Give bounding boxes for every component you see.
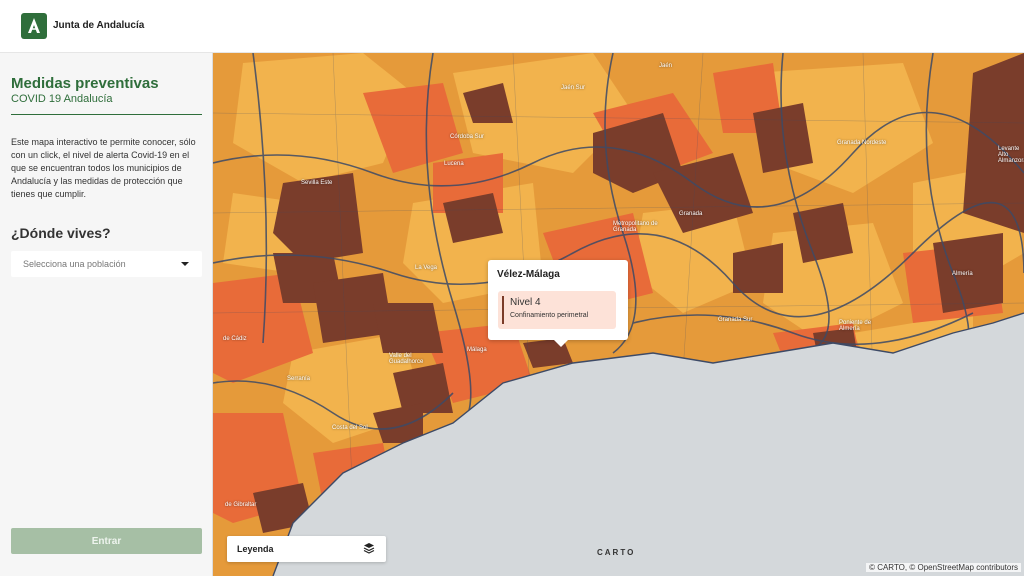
town-select-placeholder: Selecciona una población xyxy=(23,259,126,269)
page-subtitle: COVID 19 Andalucía xyxy=(11,93,113,105)
layers-icon xyxy=(363,543,375,554)
brand-name[interactable]: Junta de Andalucía xyxy=(53,20,144,31)
chevron-down-icon xyxy=(181,262,189,266)
page-title: Medidas preventivas xyxy=(11,75,159,92)
osm-link[interactable]: OpenStreetMap xyxy=(917,563,973,572)
carto-logo: CARTO xyxy=(597,548,636,557)
map-label: Serranía xyxy=(287,376,311,382)
map-label: Levante Alto Almanzora xyxy=(998,146,1024,164)
enter-button[interactable]: Entrar xyxy=(11,528,202,554)
map-label: Almería xyxy=(952,271,973,277)
map-label: Jaén Sur xyxy=(561,85,586,91)
alert-level: Nivel 4 xyxy=(510,297,541,308)
map-label: Córdoba Sur xyxy=(450,134,485,140)
map-label: Granada xyxy=(679,211,703,217)
map-label: Sevilla Este xyxy=(301,180,333,186)
map-attribution: © CARTO, © OpenStreetMap contributors xyxy=(866,563,1021,572)
attribution-suffix: contributors xyxy=(976,563,1018,572)
alert-level-box: Nivel 4 Confinamiento perimetral xyxy=(498,291,616,329)
map-label: Valle del Guadalhorce xyxy=(389,353,424,365)
popup-pointer xyxy=(554,340,568,347)
legend-button[interactable]: Leyenda xyxy=(227,536,386,562)
sidebar: Medidas preventivas COVID 19 Andalucía E… xyxy=(0,53,213,576)
map-label: Costa del Sol xyxy=(332,425,368,431)
map-label: La Vega xyxy=(415,265,438,271)
description-text: Este mapa interactivo te permite conocer… xyxy=(11,137,196,199)
municipality-popup: Vélez-Málaga Nivel 4 Confinamiento perim… xyxy=(488,260,628,347)
map-label: Granada Nordeste xyxy=(837,140,887,146)
level-indicator-bar xyxy=(502,296,504,324)
map-label: Málaga xyxy=(467,347,487,353)
junta-logo-icon[interactable] xyxy=(21,13,47,39)
popup-title: Vélez-Málaga xyxy=(497,269,560,280)
town-select[interactable]: Selecciona una población xyxy=(11,251,202,277)
map-label: de Gibraltar xyxy=(225,502,257,508)
map-label: Lucena xyxy=(444,161,464,167)
alert-level-description: Confinamiento perimetral xyxy=(510,312,589,319)
attribution-prefix: © CARTO, © xyxy=(869,563,916,572)
location-question: ¿Dónde vives? xyxy=(11,225,111,241)
map-label: Jaén xyxy=(659,63,673,69)
map-label: Poniente de Almería xyxy=(839,320,872,332)
map-label: Metropolitano de Granada xyxy=(613,221,658,233)
divider xyxy=(11,114,202,115)
map-label: Granada Sur xyxy=(718,317,753,323)
legend-label: Leyenda xyxy=(237,544,274,554)
map-label: de Cádiz xyxy=(223,336,247,342)
top-bar: Junta de Andalucía xyxy=(0,0,1024,53)
